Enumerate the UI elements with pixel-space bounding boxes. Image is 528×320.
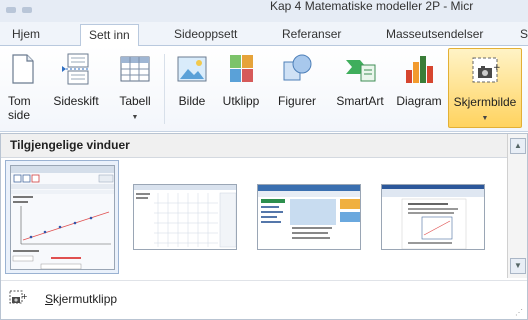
blank-page-icon — [12, 54, 34, 84]
shapes-button[interactable]: Figurer — [268, 48, 326, 128]
smartart-label: SmartArt — [336, 94, 384, 108]
table-button[interactable]: Tabell ▼ — [114, 48, 156, 128]
table-label: Tabell — [119, 94, 151, 108]
scroll-up-button[interactable]: ▲ — [510, 138, 526, 154]
window-thumbnail-word[interactable] — [377, 160, 491, 274]
smartart-button[interactable]: SmartArt — [330, 48, 390, 128]
thumbnail-image-word — [381, 184, 485, 250]
chart-icon — [406, 56, 433, 83]
ribbon-tabs: Hjem Sett inn Sideoppsett Referanser Mas… — [0, 22, 528, 47]
title-bar: Kap 4 Matematiske modeller 2P - Micr — [0, 0, 528, 22]
blank-page-button[interactable]: Tom side — [2, 48, 42, 128]
picture-label: Bilde — [178, 94, 206, 108]
tab-hjem[interactable]: Hjem — [12, 26, 40, 46]
page-break-button[interactable]: Sideskift — [44, 48, 108, 128]
screenshot-label: Skjermbilde — [453, 95, 517, 109]
tab-more[interactable]: S — [520, 26, 528, 46]
word-preview — [382, 185, 484, 249]
tab-masseutsendelser[interactable]: Masseutsendelser — [386, 26, 483, 46]
thumbnail-image-browser — [257, 184, 361, 250]
chart-label: Diagram — [396, 94, 442, 108]
thumbnail-image-geogebra — [10, 165, 115, 270]
tab-sideoppsett[interactable]: Sideoppsett — [174, 26, 237, 46]
ribbon-group-separator — [164, 54, 165, 124]
window-title: Kap 4 Matematiske modeller 2P - Micr — [270, 0, 474, 13]
screen-clipping-label: Skjermutklipp — [45, 292, 118, 306]
svg-text:+: + — [21, 292, 27, 301]
clip-art-icon — [230, 55, 253, 82]
screenshot-icon: + — [472, 57, 501, 83]
thumbnail-image-grid — [133, 184, 237, 250]
scroll-down-button[interactable]: ▼ — [510, 258, 526, 274]
panel-header: Tilgjengelige vinduer — [1, 134, 507, 158]
geogebra-preview — [11, 166, 114, 269]
available-windows-heading: Tilgjengelige vinduer — [10, 138, 130, 152]
screen-clipping-icon: + — [9, 290, 27, 304]
blank-page-label: Tom — [8, 94, 31, 108]
window-thumbnail-grid[interactable] — [129, 160, 243, 274]
tab-sett-inn[interactable]: Sett inn — [80, 24, 139, 47]
chart-button[interactable]: Diagram — [392, 48, 446, 128]
ribbon: Tom side Sideskift Tabell ▼ Bilde Utklip… — [0, 46, 528, 132]
window-thumbnail-browser[interactable] — [253, 160, 367, 274]
browser-preview — [258, 185, 360, 239]
clip-art-button[interactable]: Utklipp — [216, 48, 266, 128]
screenshot-dropdown-panel: Tilgjengelige vinduer ▲ ▼ + Skjermutklip… — [0, 133, 528, 320]
table-icon — [120, 56, 150, 82]
tab-referanser[interactable]: Referanser — [282, 26, 341, 46]
quick-access-toolbar[interactable] — [6, 2, 66, 13]
svg-text:+: + — [493, 63, 501, 73]
page-break-label: Sideskift — [53, 94, 99, 108]
screen-clipping-item[interactable]: + Skjermutklipp — [1, 284, 527, 314]
shapes-label: Figurer — [277, 94, 316, 108]
table-dropdown-arrow[interactable]: ▼ — [132, 114, 139, 121]
shapes-icon — [283, 54, 312, 81]
blank-page-label-2: side — [8, 108, 31, 122]
smartart-icon — [346, 60, 376, 82]
grid-preview — [134, 185, 236, 248]
clip-art-label: Utklipp — [222, 94, 260, 108]
picture-icon — [177, 56, 207, 82]
panel-divider — [1, 280, 527, 281]
screenshot-button[interactable]: + Skjermbilde ▼ — [448, 48, 522, 128]
panel-scrollbar[interactable]: ▲ ▼ — [507, 134, 527, 278]
screenshot-dropdown-arrow[interactable]: ▼ — [482, 115, 489, 122]
resize-grip[interactable]: ⋰ — [515, 308, 523, 317]
page-break-icon — [62, 53, 89, 85]
picture-button[interactable]: Bilde — [170, 48, 214, 128]
window-thumbnail-geogebra[interactable] — [5, 160, 119, 274]
